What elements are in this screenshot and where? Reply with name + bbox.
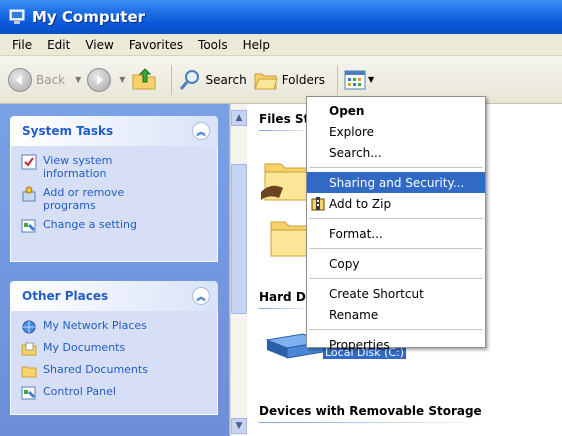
title-bar[interactable]: My Computer	[0, 0, 562, 34]
left-pane-scrollbar[interactable]: ▲ ▼	[230, 104, 247, 436]
place-label: Control Panel	[43, 385, 116, 398]
menu-file[interactable]: File	[6, 38, 41, 52]
place-label: My Documents	[43, 341, 126, 354]
menu-separator	[309, 278, 483, 279]
task-change-setting[interactable]: Change a setting	[21, 218, 207, 234]
network-places-icon	[22, 320, 36, 334]
other-places-body: My Network Places My Documents Shared Do…	[10, 311, 218, 415]
views-button[interactable]: ▼	[344, 70, 374, 90]
up-folder-button[interactable]	[131, 65, 157, 94]
collapse-chevron-icon[interactable]: ︽	[192, 122, 210, 140]
control-panel-icon	[21, 219, 36, 233]
place-my-documents[interactable]: My Documents	[21, 341, 207, 357]
ctx-explore[interactable]: Explore	[307, 121, 485, 142]
menu-tools[interactable]: Tools	[192, 38, 237, 52]
place-control-panel[interactable]: Control Panel	[21, 385, 207, 401]
ctx-copy[interactable]: Copy	[307, 253, 485, 274]
collapse-chevron-icon[interactable]: ︽	[192, 287, 210, 305]
scroll-down-icon[interactable]: ▼	[231, 418, 247, 434]
add-remove-programs-icon	[22, 186, 36, 202]
back-arrow-icon	[8, 67, 32, 92]
system-tasks-body: View system information Add or remove pr…	[10, 146, 218, 262]
section-divider	[259, 422, 489, 423]
toolbar-separator	[171, 64, 173, 95]
place-shared-documents[interactable]: Shared Documents	[21, 363, 207, 379]
task-label: View system information	[43, 154, 113, 180]
folders-label: Folders	[281, 72, 326, 87]
search-button[interactable]: Search	[178, 68, 247, 92]
system-tasks-header[interactable]: System Tasks ︽	[10, 116, 218, 146]
ctx-add-to-zip-label: Add to Zip	[329, 196, 392, 211]
menu-help[interactable]: Help	[237, 38, 279, 52]
forward-arrow-icon	[97, 74, 104, 85]
place-my-network-places[interactable]: My Network Places	[21, 319, 207, 335]
ctx-rename[interactable]: Rename	[307, 304, 485, 325]
computer-icon	[9, 9, 25, 24]
ctx-add-to-zip[interactable]: Add to Zip	[307, 193, 485, 214]
files-stored-header: Files St	[259, 112, 310, 126]
task-view-system-info[interactable]: View system information	[21, 154, 207, 180]
other-places-title: Other Places	[22, 289, 109, 303]
scroll-thumb[interactable]	[231, 164, 247, 314]
task-pane: System Tasks ︽ View system information A…	[0, 104, 230, 436]
menu-favorites[interactable]: Favorites	[123, 38, 192, 52]
views-icon	[344, 70, 366, 89]
ctx-sharing-security[interactable]: Sharing and Security...	[307, 172, 485, 193]
menu-bar: File Edit View Favorites Tools Help	[0, 34, 562, 56]
task-label: Change a setting	[43, 218, 137, 231]
ctx-search[interactable]: Search...	[307, 142, 485, 163]
menu-separator	[309, 167, 483, 168]
menu-view[interactable]: View	[79, 38, 122, 52]
hard-disk-drives-header: Hard Di	[259, 290, 310, 304]
search-icon	[180, 69, 200, 90]
up-folder-icon	[132, 68, 156, 90]
back-dropdown-icon[interactable]: ▼	[75, 75, 81, 84]
other-places-header[interactable]: Other Places ︽	[10, 281, 218, 311]
ctx-open[interactable]: Open	[307, 100, 485, 121]
views-dropdown-icon: ▼	[368, 75, 375, 84]
ctx-properties[interactable]: Properties	[307, 334, 485, 355]
back-label: Back	[36, 72, 66, 87]
folders-button[interactable]: Folders	[253, 68, 325, 92]
ctx-create-shortcut[interactable]: Create Shortcut	[307, 283, 485, 304]
task-label: Add or remove programs	[43, 186, 125, 212]
forward-dropdown-icon[interactable]: ▼	[119, 75, 125, 84]
window-title: My Computer	[32, 8, 146, 26]
folders-icon	[253, 73, 278, 89]
place-label: My Network Places	[43, 319, 147, 332]
control-panel-icon	[21, 386, 36, 400]
scroll-up-icon[interactable]: ▲	[231, 110, 247, 126]
menu-separator	[309, 248, 483, 249]
search-label: Search	[205, 72, 247, 87]
my-documents-icon	[21, 342, 37, 356]
back-button[interactable]: Back	[8, 67, 66, 92]
shared-documents-icon	[21, 366, 37, 378]
menu-separator	[309, 329, 483, 330]
ctx-format[interactable]: Format...	[307, 223, 485, 244]
menu-separator	[309, 218, 483, 219]
removable-storage-header: Devices with Removable Storage	[259, 404, 482, 418]
system-info-icon	[21, 154, 37, 170]
context-menu: Open Explore Search... Sharing and Secur…	[306, 96, 486, 352]
place-label: Shared Documents	[43, 363, 148, 376]
forward-button[interactable]	[87, 67, 112, 92]
system-tasks-title: System Tasks	[22, 124, 114, 138]
menu-edit[interactable]: Edit	[41, 38, 79, 52]
task-add-remove-programs[interactable]: Add or remove programs	[21, 186, 207, 212]
zip-icon	[311, 197, 325, 211]
toolbar-separator	[337, 64, 339, 95]
